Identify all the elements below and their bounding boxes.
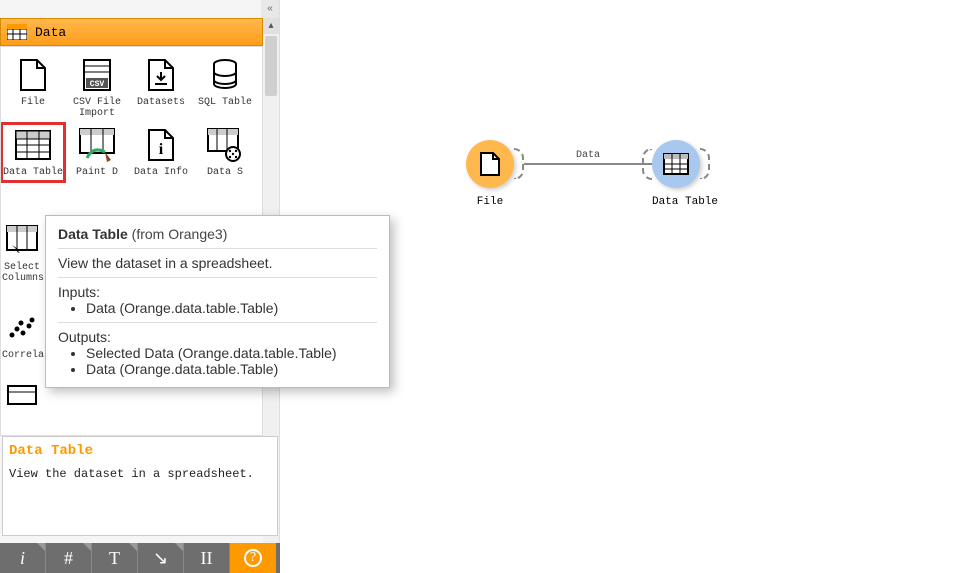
info-file-icon: i — [143, 127, 179, 163]
svg-text:i: i — [159, 141, 164, 158]
node-label: File — [466, 196, 514, 208]
select-columns-icon — [4, 222, 40, 258]
widget-label: Datasets — [131, 97, 191, 108]
tooltip-inputs-label: Inputs: — [58, 284, 377, 300]
table-icon — [663, 153, 689, 175]
node-output-port[interactable] — [700, 148, 710, 180]
tooltip-title: Data Table — [58, 226, 128, 242]
info-panel-desc: View the dataset in a spreadsheet. — [9, 467, 271, 481]
widget-file[interactable]: File — [1, 53, 65, 123]
help-button[interactable]: ? — [230, 543, 276, 573]
category-label: Data — [35, 25, 66, 40]
widget-select-columns[interactable]: Select Columns — [0, 218, 44, 288]
pause-tool-button[interactable]: II — [184, 543, 230, 573]
widget-data-table[interactable]: Data Table — [1, 123, 65, 182]
scroll-up-button[interactable]: ▴ — [263, 18, 279, 34]
tooltip-output-item: Data (Orange.data.table.Table) — [86, 361, 377, 377]
tooltip-summary: View the dataset in a spreadsheet. — [58, 255, 377, 271]
text-tool-button[interactable]: T — [92, 543, 138, 573]
widget-tooltip: Data Table (from Orange3) View the datas… — [45, 215, 390, 388]
svg-text:CSV: CSV — [90, 80, 105, 89]
widget-sql-table[interactable]: SQL Table — [193, 53, 257, 123]
widget-correlations[interactable]: Correla — [0, 306, 44, 365]
widget-paint-data[interactable]: Paint D — [65, 123, 129, 182]
partial-icon — [4, 377, 40, 413]
widget-label: Select Columns — [2, 262, 42, 284]
widget-csv-import[interactable]: CSV CSV File Import — [65, 53, 129, 123]
paint-icon — [79, 127, 115, 163]
database-icon — [207, 57, 243, 93]
widget-label: SQL Table — [195, 97, 255, 108]
widget-data-sampler[interactable]: Data S — [193, 123, 257, 182]
widget-label: Data S — [195, 167, 255, 178]
info-panel: Data Table View the dataset in a spreads… — [2, 436, 278, 536]
collapse-sidebar-button[interactable]: « — [261, 0, 279, 18]
info-panel-title: Data Table — [9, 443, 271, 459]
csv-icon: CSV — [79, 57, 115, 93]
widget-label: CSV File Import — [67, 97, 127, 119]
widget-label: File — [3, 97, 63, 108]
scatter-icon — [4, 310, 40, 346]
info-tool-button[interactable]: i — [0, 543, 46, 573]
widget-label: Correla — [2, 350, 42, 361]
widget-label: Paint D — [67, 167, 127, 178]
dice-table-icon — [207, 127, 243, 163]
download-icon — [143, 57, 179, 93]
file-icon — [479, 151, 501, 177]
grid-tool-button[interactable]: # — [46, 543, 92, 573]
file-icon — [15, 57, 51, 93]
widget-label: Data Info — [131, 167, 191, 178]
table-icon — [15, 127, 51, 163]
widget-partial[interactable] — [0, 373, 44, 421]
scroll-thumb[interactable] — [265, 36, 277, 96]
widget-label: Data Table — [3, 167, 63, 178]
arrow-tool-button[interactable]: ↘ — [138, 543, 184, 573]
node-input-port[interactable] — [642, 148, 652, 180]
bottom-toolbar: i # T ↘ II ? — [0, 543, 280, 573]
data-category-icon — [7, 24, 27, 40]
category-header-data[interactable]: Data — [0, 18, 263, 46]
node-label: Data Table — [652, 196, 718, 208]
widget-datasets[interactable]: Datasets — [129, 53, 193, 123]
tooltip-input-item: Data (Orange.data.table.Table) — [86, 300, 377, 316]
tooltip-outputs-label: Outputs: — [58, 329, 377, 345]
tooltip-source: (from Orange3) — [128, 226, 228, 242]
tooltip-output-item: Selected Data (Orange.data.table.Table) — [86, 345, 377, 361]
node-output-port[interactable] — [514, 148, 524, 180]
canvas-node-file[interactable]: File — [466, 140, 514, 208]
canvas-node-data-table[interactable]: Data Table — [652, 140, 718, 208]
widget-grid-partial: Select Columns Correla — [0, 218, 44, 421]
canvas-link[interactable] — [524, 163, 652, 165]
canvas-link-label: Data — [576, 150, 600, 161]
widget-data-info[interactable]: i Data Info — [129, 123, 193, 182]
